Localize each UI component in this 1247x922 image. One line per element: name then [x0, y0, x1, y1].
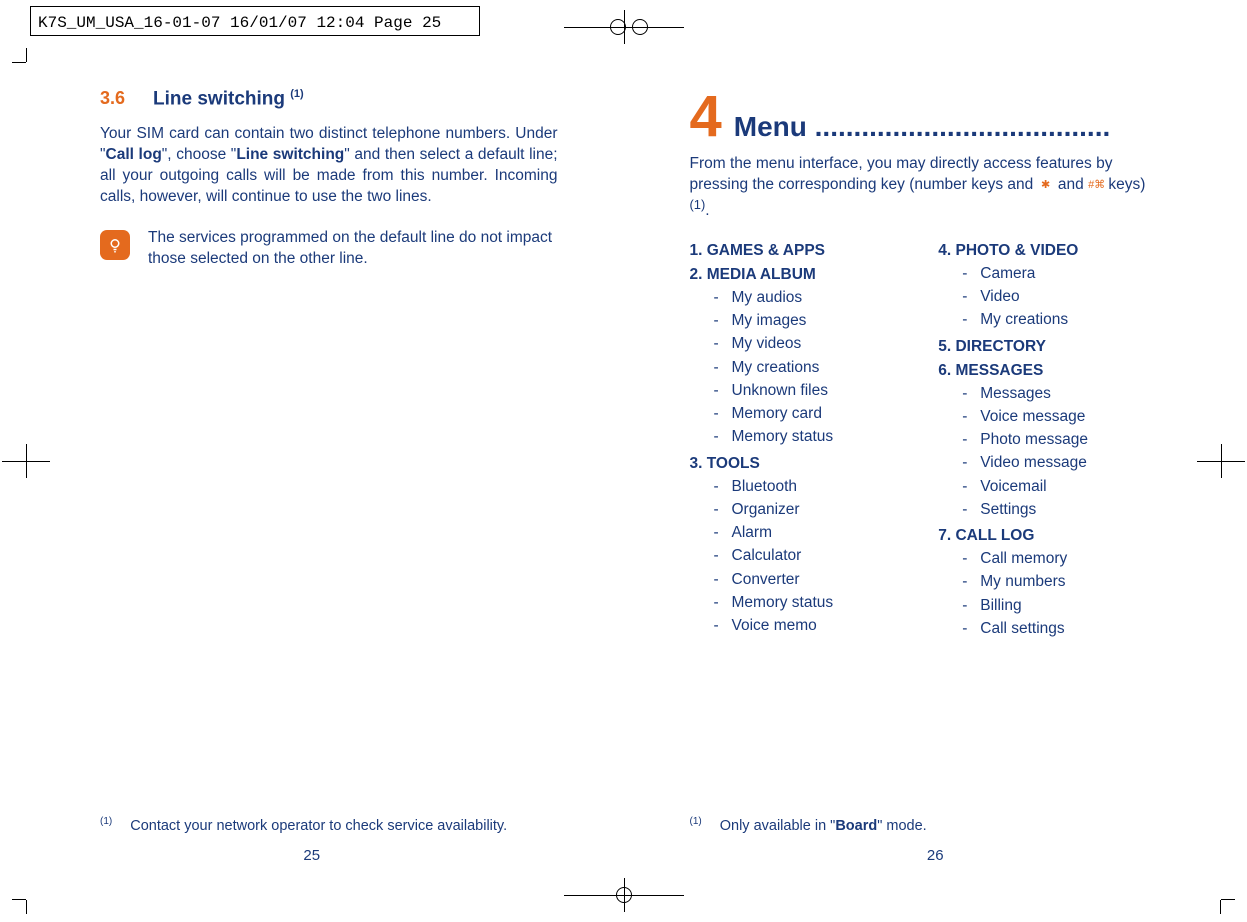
menu-item: Video [966, 285, 1147, 308]
menu-item: Settings [966, 498, 1147, 521]
crop-corner [12, 48, 34, 70]
registration-mark-top [564, 10, 684, 44]
section-heading: 3.6 Line switching (1) [100, 88, 558, 110]
text-bold: Line switching [236, 146, 344, 163]
section-number: 3.6 [100, 88, 125, 109]
text-run: Only available in " [720, 818, 836, 834]
text-run: ", choose " [162, 146, 237, 163]
menu-item: Photo message [966, 428, 1147, 451]
menu-item: My creations [718, 356, 899, 379]
menu-item: Unknown files [718, 379, 899, 402]
text-run: " mode. [877, 818, 926, 834]
menu-item: My videos [718, 332, 899, 355]
hash-key-icon: #⌘ [1088, 179, 1104, 191]
menu-category: 7. CALL LOG [938, 527, 1147, 545]
menu-item: My audios [718, 286, 899, 309]
menu-item-list: BluetoothOrganizerAlarmCalculatorConvert… [718, 475, 899, 638]
text-run: . [705, 202, 709, 219]
footnote-text: Only available in "Board" mode. [720, 818, 927, 834]
menu-item-list: MessagesVoice messagePhoto messageVideo … [966, 382, 1147, 522]
registration-mark-bottom [564, 878, 684, 912]
menu-item: Calculator [718, 544, 899, 567]
menu-item: Organizer [718, 498, 899, 521]
chapter-heading: 4 Menu .................................… [690, 88, 1148, 146]
menu-category: 4. PHOTO & VIDEO [938, 242, 1147, 260]
menu-item: Messages [966, 382, 1147, 405]
intro-sup: (1) [690, 197, 706, 212]
menu-item: My creations [966, 308, 1147, 331]
crop-corner [12, 892, 34, 914]
text-bold: Board [835, 818, 877, 834]
menu-item: Alarm [718, 521, 899, 544]
menu-column-right: 4. PHOTO & VIDEO CameraVideoMy creations 5… [938, 236, 1147, 640]
page-number: 26 [624, 847, 1247, 864]
menu-item: Memory card [718, 402, 899, 425]
spread: 3.6 Line switching (1) Your SIM card can… [0, 70, 1247, 882]
page-number: 25 [0, 847, 624, 864]
menu-item: Camera [966, 262, 1147, 285]
star-key-icon: ✱ [1038, 179, 1054, 191]
menu-category: 3. TOOLS [690, 455, 899, 473]
menu-item: My numbers [966, 570, 1147, 593]
text-run: keys) [1104, 176, 1145, 193]
menu-item: Voice memo [718, 614, 899, 637]
lightbulb-icon [100, 230, 130, 260]
menu-category: 1. GAMES & APPS [690, 242, 899, 260]
footnote-mark: (1) [690, 816, 702, 832]
menu-item: Voice message [966, 405, 1147, 428]
menu-column-left: 1. GAMES & APPS2. MEDIA ALBUMMy audiosMy… [690, 236, 899, 640]
section-title: Line switching (1) [153, 88, 304, 110]
menu-item: Video message [966, 451, 1147, 474]
menu-item-list: CameraVideoMy creations [966, 262, 1147, 332]
menu-category: 6. MESSAGES [938, 362, 1147, 380]
menu-item: Billing [966, 594, 1147, 617]
note: The services programmed on the default l… [100, 228, 558, 270]
page-26: 4 Menu .................................… [624, 70, 1247, 882]
menu-category: 2. MEDIA ALBUM [690, 266, 899, 284]
print-slug: K7S_UM_USA_16-01-07 16/01/07 12:04 Page … [38, 14, 441, 32]
crop-corner [1213, 892, 1235, 914]
menu-item: Voicemail [966, 475, 1147, 498]
section-title-text: Line switching [153, 88, 290, 109]
chapter-number: 4 [690, 88, 722, 146]
menu-item: Call settings [966, 617, 1147, 640]
footnote-mark: (1) [100, 816, 112, 832]
section-body: Your SIM card can contain two distinct t… [100, 124, 558, 208]
menu-item: Converter [718, 568, 899, 591]
page-25: 3.6 Line switching (1) Your SIM card can… [0, 70, 624, 882]
footnote: (1) Only available in "Board" mode. [690, 818, 1148, 834]
text-bold: Call log [106, 146, 162, 163]
menu-item: Memory status [718, 425, 899, 448]
menu-item: Bluetooth [718, 475, 899, 498]
chapter-title: Menu ...................................… [734, 111, 1111, 143]
chapter-intro: From the menu interface, you may directl… [690, 154, 1148, 222]
menu-item: Memory status [718, 591, 899, 614]
section-title-sup: (1) [290, 88, 303, 100]
menu-columns: 1. GAMES & APPS2. MEDIA ALBUMMy audiosMy… [690, 236, 1148, 640]
menu-item: My images [718, 309, 899, 332]
footnote-text: Contact your network operator to check s… [130, 818, 507, 834]
footnote: (1) Contact your network operator to che… [100, 818, 558, 834]
note-text: The services programmed on the default l… [148, 228, 558, 270]
menu-item: Call memory [966, 547, 1147, 570]
menu-item-list: My audiosMy imagesMy videosMy creationsU… [718, 286, 899, 449]
menu-category: 5. DIRECTORY [938, 338, 1147, 356]
text-run: and [1054, 176, 1088, 193]
menu-item-list: Call memoryMy numbersBillingCall setting… [966, 547, 1147, 640]
